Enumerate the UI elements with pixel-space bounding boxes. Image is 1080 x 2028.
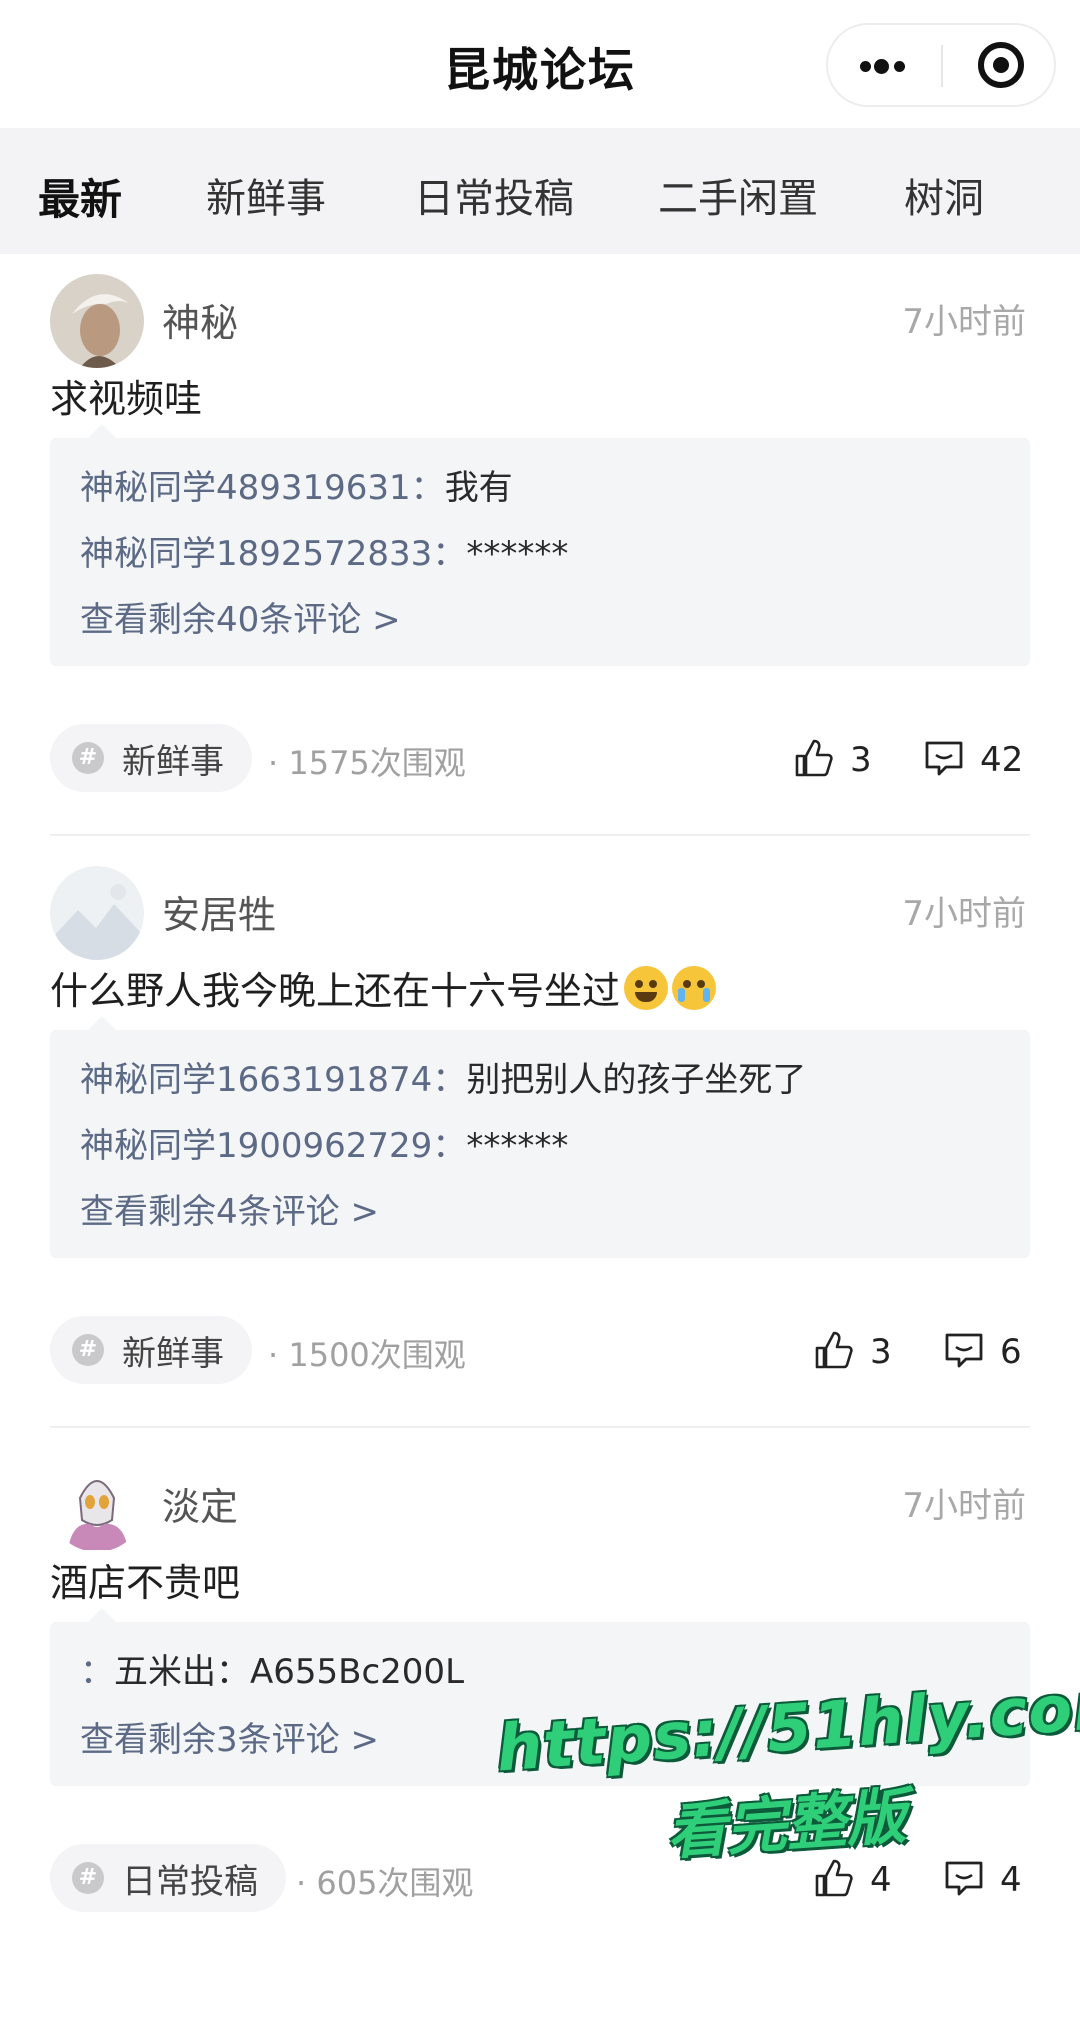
hashtag-icon: # xyxy=(72,1862,104,1894)
category-tag[interactable]: # 新鲜事 xyxy=(50,1316,252,1384)
view-count: · 1500次围观 xyxy=(268,1336,466,1374)
category-tag[interactable]: # 日常投稿 xyxy=(50,1844,286,1912)
comment-count: 42 xyxy=(980,740,1024,780)
view-more-comments-link[interactable]: 查看剩余40条评论 > xyxy=(80,592,401,641)
commenter-name: 神秘同学1892572833： xyxy=(80,534,467,574)
author-name[interactable]: 安居牲 xyxy=(162,884,276,939)
comment-preview-box: 神秘同学489319631：我有 神秘同学1892572833：****** 查… xyxy=(50,424,1030,666)
view-count: · 1575次围观 xyxy=(268,744,466,782)
tab-daily-posts[interactable]: 日常投稿 xyxy=(414,166,574,224)
category-tag-label: 新鲜事 xyxy=(122,1333,224,1374)
post-time: 7小时前 xyxy=(902,302,1026,342)
comment-item: 神秘同学1663191874：别把别人的孩子坐死了 xyxy=(80,1052,806,1101)
comment-text: 五米出：A655Bc200L xyxy=(114,1652,465,1692)
post-divider xyxy=(50,834,1030,836)
more-options-icon[interactable] xyxy=(828,25,940,105)
comment-item: 神秘同学1892572833：****** xyxy=(80,526,568,575)
post-content: 什么野人我今晚上还在十六号坐过 xyxy=(50,969,621,1013)
post-content: 酒店不贵吧 xyxy=(50,1561,241,1605)
commenter-name: ： xyxy=(80,1652,114,1692)
like-count: 3 xyxy=(870,1332,892,1372)
tab-news[interactable]: 新鲜事 xyxy=(206,166,326,224)
view-more-comments-link[interactable]: 查看剩余3条评论 > xyxy=(80,1712,379,1761)
category-tag-label: 日常投稿 xyxy=(122,1861,258,1902)
commenter-name: 神秘同学1663191874： xyxy=(80,1060,467,1100)
like-count: 3 xyxy=(850,740,872,780)
mini-program-capsule xyxy=(826,23,1056,107)
post-divider xyxy=(50,1426,1030,1428)
comment-bubble-icon xyxy=(925,741,963,776)
tab-second-hand[interactable]: 二手闲置 xyxy=(658,166,818,224)
sweat-smile-emoji xyxy=(624,966,669,1010)
category-tab-bar: 最新 新鲜事 日常投稿 二手闲置 树洞 xyxy=(0,128,1080,254)
comment-bubble-icon xyxy=(945,1861,983,1896)
post-meta-row: # 新鲜事 · 1575次围观 3 42 xyxy=(50,724,1030,794)
crying-emoji xyxy=(672,966,717,1010)
thumbs-up-icon xyxy=(815,1859,853,1897)
comment-item: 神秘同学1900962729：****** xyxy=(80,1118,568,1167)
avatar[interactable] xyxy=(50,1458,144,1552)
comment-count: 4 xyxy=(1000,1860,1022,1900)
commenter-name: 神秘同学1900962729： xyxy=(80,1126,467,1166)
hashtag-icon: # xyxy=(72,1334,104,1366)
comment-text: 我有 xyxy=(444,468,513,508)
comment-bubble-icon xyxy=(945,1333,983,1368)
top-navigation-bar: 昆城论坛 xyxy=(0,0,1080,128)
tab-tree-hole[interactable]: 树洞 xyxy=(904,166,984,224)
comment-item: ：五米出：A655Bc200L xyxy=(80,1644,464,1693)
category-tag[interactable]: # 新鲜事 xyxy=(50,724,252,792)
thumbs-up-icon xyxy=(815,1331,853,1369)
watermark-caption: 看完整版 xyxy=(664,1781,909,1869)
thumbs-up-icon xyxy=(795,739,833,777)
author-name[interactable]: 淡定 xyxy=(162,1476,238,1531)
comment-text: 别把别人的孩子坐死了 xyxy=(466,1060,807,1100)
post-meta-row: # 新鲜事 · 1500次围观 3 6 xyxy=(50,1316,1030,1386)
commenter-name: 神秘同学489319631： xyxy=(80,468,445,508)
close-mini-program-icon[interactable] xyxy=(978,42,1024,88)
avatar[interactable] xyxy=(50,274,144,368)
post-card[interactable]: 安居牲 7小时前 什么野人我今晚上还在十六号坐过 神秘同学1663191874：… xyxy=(0,846,1080,1436)
post-time: 7小时前 xyxy=(902,1486,1026,1526)
post-card[interactable]: 神秘 7小时前 求视频哇 神秘同学489319631：我有 神秘同学189257… xyxy=(0,254,1080,844)
comment-preview-box: 神秘同学1663191874：别把别人的孩子坐死了 神秘同学1900962729… xyxy=(50,1016,1030,1258)
author-name[interactable]: 神秘 xyxy=(162,292,238,347)
tab-latest[interactable]: 最新 xyxy=(38,166,122,227)
post-content-row: 什么野人我今晚上还在十六号坐过 xyxy=(50,960,717,1015)
view-count: · 605次围观 xyxy=(296,1864,474,1902)
comment-text: ****** xyxy=(466,1126,569,1166)
avatar[interactable] xyxy=(50,866,144,960)
view-more-comments-link[interactable]: 查看剩余4条评论 > xyxy=(80,1184,379,1233)
comment-item: 神秘同学489319631：我有 xyxy=(80,460,513,509)
category-tag-label: 新鲜事 xyxy=(122,741,224,782)
comment-count: 6 xyxy=(1000,1332,1022,1372)
like-count: 4 xyxy=(870,1860,892,1900)
capsule-divider xyxy=(941,45,943,87)
post-content: 求视频哇 xyxy=(50,377,203,421)
post-time: 7小时前 xyxy=(902,894,1026,934)
hashtag-icon: # xyxy=(72,742,104,774)
comment-text: ****** xyxy=(466,534,569,574)
